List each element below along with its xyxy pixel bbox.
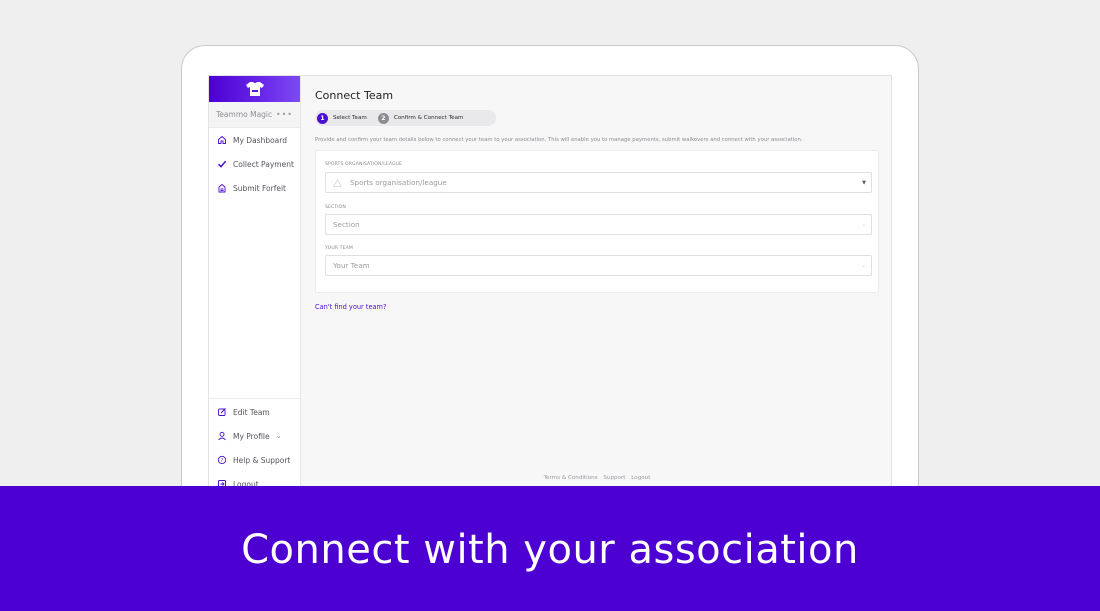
banner-headline: Connect with your association <box>241 526 859 573</box>
check-icon <box>217 159 227 169</box>
step-label: Confirm & Connect Team <box>393 115 464 121</box>
sidebar-item-dashboard[interactable]: My Dashboard <box>209 128 300 152</box>
field-label-your-team: YOUR TEAM <box>325 246 353 251</box>
page-title: Connect Team <box>315 89 394 102</box>
your-team-select[interactable]: Your Team ⌄ <box>325 255 872 276</box>
edit-icon <box>217 407 227 417</box>
your-team-select-placeholder: Your Team <box>333 261 370 270</box>
home-icon <box>217 135 227 145</box>
step-label: Select Team <box>333 115 367 121</box>
warning-icon <box>333 178 342 187</box>
sidebar-item-label: Edit Team <box>233 407 270 417</box>
sidebar-item-label: Submit Forfeit <box>233 183 286 193</box>
more-options-icon[interactable]: ••• <box>276 110 293 119</box>
page-description: Provide and confirm your team details be… <box>315 137 803 143</box>
main-content: Connect Team 1 Select Team 2 Confirm & C… <box>301 76 891 494</box>
step-confirm-connect[interactable]: 2 Confirm & Connect Team <box>377 112 464 124</box>
team-selector[interactable]: Teammo Magic ••• <box>209 102 300 128</box>
sidebar-item-collect-payment[interactable]: Collect Payment <box>209 152 300 176</box>
footer-logout-link[interactable]: Logout <box>631 475 650 481</box>
brand-logo[interactable] <box>209 76 300 102</box>
footer-links: Terms & Conditions Support Logout <box>301 475 891 481</box>
caret-down-icon: ▼ <box>862 180 866 186</box>
sidebar-bottom-nav: Edit Team My Profile ⌄ ? Help & Support <box>209 398 300 494</box>
cant-find-team-link[interactable]: Can't find your team? <box>315 303 386 311</box>
user-icon <box>217 431 227 441</box>
support-link[interactable]: Support <box>603 475 625 481</box>
sidebar-item-my-profile[interactable]: My Profile ⌄ <box>209 424 300 448</box>
sidebar-item-label: Collect Payment <box>233 159 294 169</box>
field-label-section: SECTION <box>325 205 346 210</box>
app-screen: Teammo Magic ••• My Dashboard Collect Pa… <box>208 75 892 495</box>
team-name: Teammo Magic <box>216 110 273 119</box>
section-select[interactable]: Section ⌄ <box>325 214 872 235</box>
step-number: 2 <box>377 112 389 124</box>
svg-text:?: ? <box>221 458 224 464</box>
forfeit-icon <box>217 183 227 193</box>
sidebar-item-label: My Profile <box>233 431 270 441</box>
sidebar-item-label: Help & Support <box>233 455 291 465</box>
section-select-placeholder: Section <box>333 220 360 229</box>
jersey-logo-icon <box>245 82 264 96</box>
caret-down-icon: ⌄ <box>861 222 866 228</box>
terms-link[interactable]: Terms & Conditions <box>544 475 598 481</box>
promo-banner: Connect with your association <box>0 486 1100 611</box>
help-icon: ? <box>217 455 227 465</box>
chevron-down-icon[interactable]: ⌄ <box>276 432 282 440</box>
organisation-select[interactable]: Sports organisation/league ▼ <box>325 172 872 193</box>
field-label-organisation: SPORTS ORGANISATION/LEAGUE <box>325 162 403 167</box>
caret-down-icon: ⌄ <box>861 263 866 269</box>
step-select-team[interactable]: 1 Select Team <box>317 112 367 124</box>
team-details-card: SPORTS ORGANISATION/LEAGUE Sports organi… <box>315 150 879 293</box>
sidebar-item-edit-team[interactable]: Edit Team <box>209 400 300 424</box>
sidebar-item-label: My Dashboard <box>233 135 287 145</box>
sidebar: Teammo Magic ••• My Dashboard Collect Pa… <box>209 76 301 494</box>
sidebar-item-help-support[interactable]: ? Help & Support <box>209 448 300 472</box>
organisation-select-placeholder: Sports organisation/league <box>350 178 447 187</box>
step-number: 1 <box>317 112 328 124</box>
sidebar-item-submit-forfeit[interactable]: Submit Forfeit <box>209 176 300 200</box>
progress-stepper: 1 Select Team 2 Confirm & Connect Team <box>315 110 496 126</box>
